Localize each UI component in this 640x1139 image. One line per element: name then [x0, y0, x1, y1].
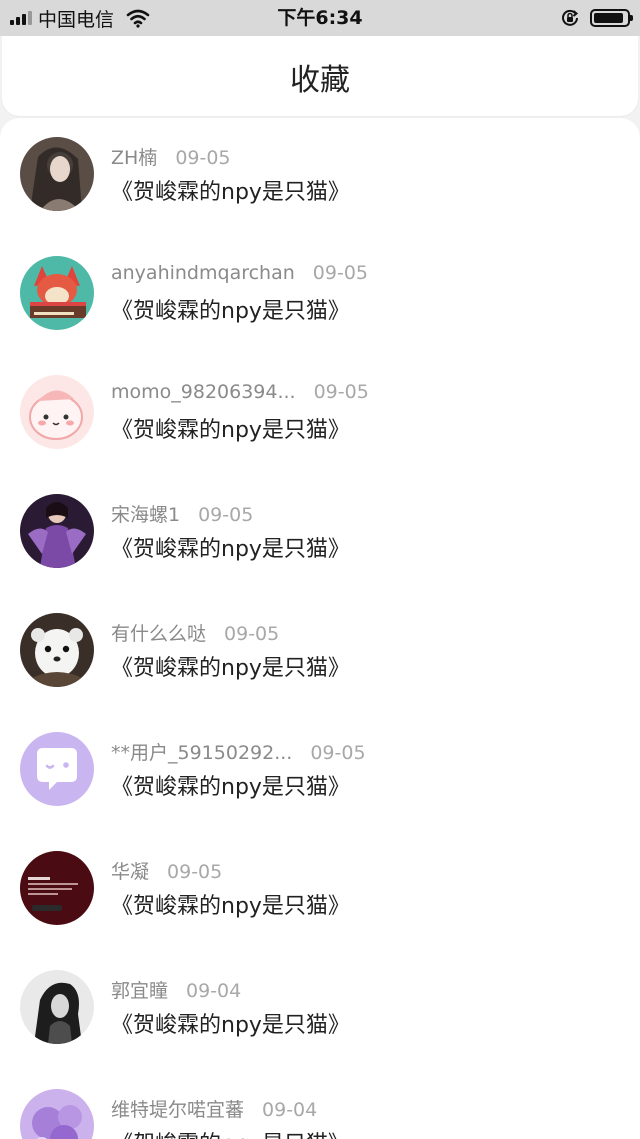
item-title[interactable]: 《贺峻霖的npy是只猫》 [111, 1007, 350, 1039]
item-meta: 有什么么哒 09-05 [111, 619, 279, 646]
item-meta: **用户_59150292... 09-05 [111, 738, 366, 765]
item-date: 09-04 [186, 980, 242, 1002]
list-item[interactable]: ZH楠 09-05 《贺峻霖的npy是只猫》 [0, 118, 640, 237]
ferret-avatar[interactable] [20, 613, 94, 687]
item-username[interactable]: ZH楠 [111, 147, 157, 169]
item-meta: 华凝 09-05 [111, 857, 222, 884]
item-meta: 宋海螺1 09-05 [111, 500, 253, 527]
page-header: 收藏 [2, 36, 638, 116]
list-item[interactable]: 华凝 09-05 《贺峻霖的npy是只猫》 [0, 832, 640, 951]
item-date: 09-05 [167, 861, 223, 883]
list-item[interactable]: 宋海螺1 09-05 《贺峻霖的npy是只猫》 [0, 475, 640, 594]
item-title[interactable]: 《贺峻霖的npy是只猫》 [111, 888, 350, 920]
status-right [560, 0, 633, 36]
item-title[interactable]: 《贺峻霖的npy是只猫》 [111, 650, 350, 682]
pink-blob-avatar[interactable] [20, 375, 94, 449]
favorites-list: ZH楠 09-05 《贺峻霖的npy是只猫》 anyahindmqarchan 09… [0, 118, 640, 1139]
list-item[interactable]: momo_98206394... 09-05 《贺峻霖的npy是只猫》 [0, 356, 640, 475]
item-date: 09-04 [262, 1099, 318, 1121]
bw-photo-avatar[interactable] [20, 970, 94, 1044]
list-item[interactable]: **用户_59150292... 09-05 《贺峻霖的npy是只猫》 [0, 713, 640, 832]
item-date: 09-05 [310, 742, 366, 764]
item-username[interactable]: 宋海螺1 [111, 504, 180, 526]
item-title[interactable]: 《贺峻霖的npy是只猫》 [111, 531, 350, 563]
item-meta: 维特堤尔喏宜蕃 09-04 [111, 1095, 317, 1122]
item-username[interactable]: 郭宜瞳 [111, 980, 168, 1002]
battery-fill [594, 13, 623, 23]
item-date: 09-05 [224, 623, 280, 645]
item-title[interactable]: 《贺峻霖的npy是只猫》 [111, 293, 350, 325]
item-username[interactable]: 维特堤尔喏宜蕃 [111, 1099, 244, 1121]
status-bar: 中国电信 下午6:34 [0, 0, 640, 36]
item-username[interactable]: anyahindmqarchan [111, 262, 295, 284]
page-title: 收藏 [290, 63, 350, 98]
item-title[interactable]: 《贺峻霖的npy是只猫》 [111, 174, 350, 206]
item-title[interactable]: 《贺峻霖的npy是只猫》 [111, 412, 350, 444]
item-date: 09-05 [175, 147, 231, 169]
purple-dress-avatar[interactable] [20, 494, 94, 568]
item-meta: anyahindmqarchan 09-05 [111, 262, 368, 284]
list-item[interactable]: 有什么么哒 09-05 《贺峻霖的npy是只猫》 [0, 594, 640, 713]
item-username[interactable]: 有什么么哒 [111, 623, 206, 645]
item-date: 09-05 [313, 381, 369, 403]
photo-girl-avatar[interactable] [20, 137, 94, 211]
rotation-lock-icon [562, 9, 579, 26]
item-date: 09-05 [312, 262, 368, 284]
list-item[interactable]: anyahindmqarchan 09-05 《贺峻霖的npy是只猫》 [0, 237, 640, 356]
item-username[interactable]: momo_98206394... [111, 381, 296, 403]
item-username[interactable]: 华凝 [111, 861, 149, 883]
item-title[interactable]: 《贺峻霖的npy是只猫》 [111, 1126, 350, 1139]
status-time: 下午6:34 [277, 7, 363, 29]
item-meta: ZH楠 09-05 [111, 143, 231, 170]
battery-icon [590, 9, 633, 27]
item-username[interactable]: **用户_59150292... [111, 742, 292, 764]
item-meta: 郭宜瞳 09-04 [111, 976, 241, 1003]
cartoon-fox-avatar[interactable] [20, 256, 94, 330]
default-chat-avatar[interactable] [20, 732, 94, 806]
purple-flower-avatar[interactable] [20, 1089, 94, 1139]
item-date: 09-05 [198, 504, 254, 526]
dark-red-screenshot-avatar[interactable] [20, 851, 94, 925]
item-title[interactable]: 《贺峻霖的npy是只猫》 [111, 769, 350, 801]
list-item[interactable]: 郭宜瞳 09-04 《贺峻霖的npy是只猫》 [0, 951, 640, 1070]
list-item[interactable]: 维特堤尔喏宜蕃 09-04 《贺峻霖的npy是只猫》 [0, 1070, 640, 1139]
item-meta: momo_98206394... 09-05 [111, 381, 369, 403]
